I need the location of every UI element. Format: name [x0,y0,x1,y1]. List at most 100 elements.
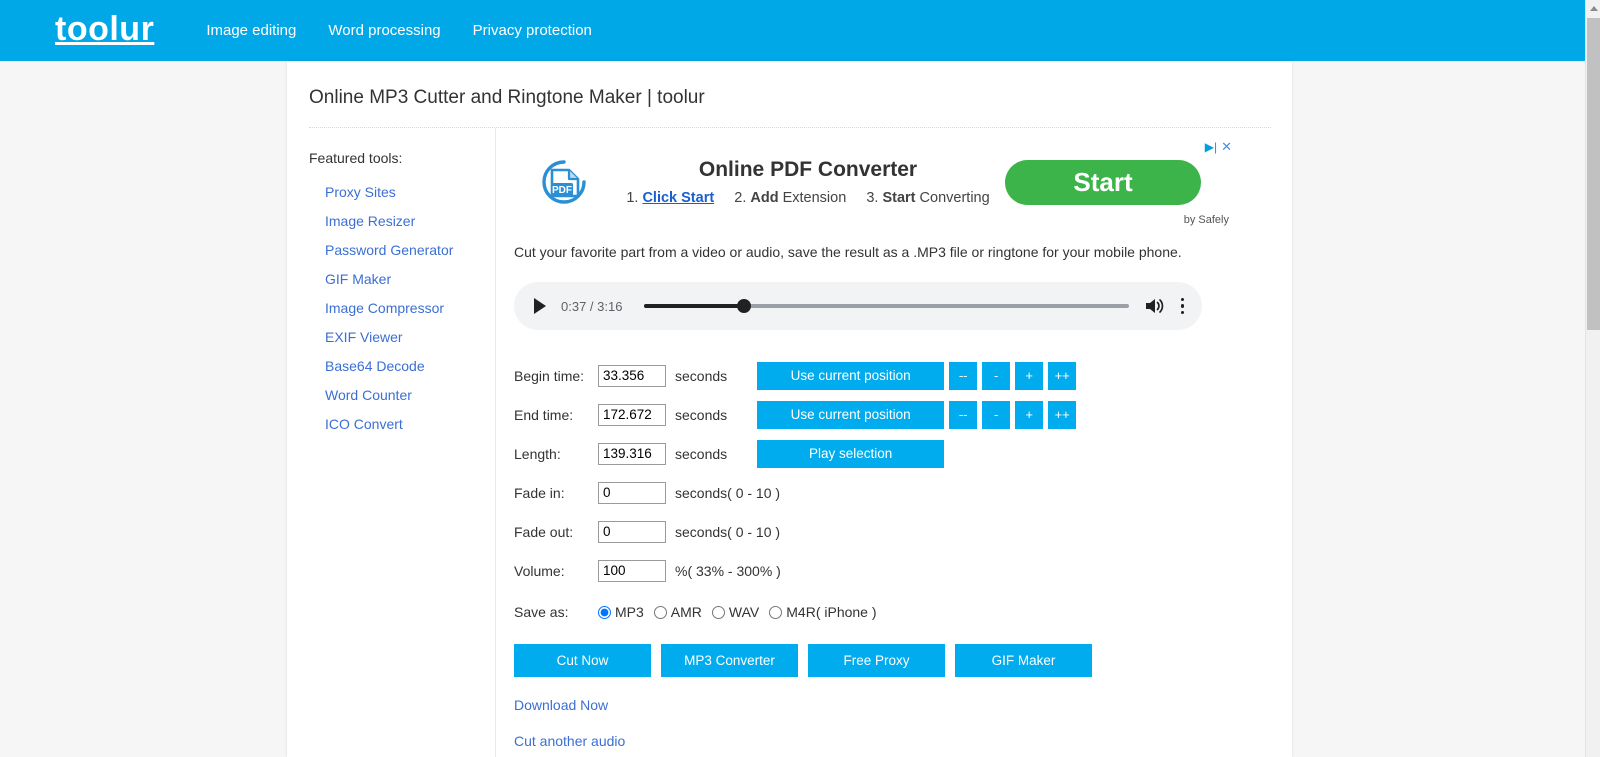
sidebar-item-image-resizer[interactable]: Image Resizer [325,213,495,229]
page-scrollbar[interactable] [1585,0,1600,757]
volume-label: Volume: [514,562,565,579]
download-now-link[interactable]: Download Now [514,697,1292,713]
ad-copy: Online PDF Converter 1. Click Start 2. A… [611,158,1005,206]
begin-time-unit: seconds [675,367,728,384]
volume-high-icon[interactable] [1143,296,1165,316]
ad-step3-rest: Converting [919,190,990,206]
end-time-controls: Use current position -- - + ++ [757,400,1077,429]
begin-plus-plus-button[interactable]: ++ [1048,361,1077,390]
length-input[interactable] [598,442,666,465]
ad-headline: Online PDF Converter [698,158,918,181]
ad-step3-bold: Start [882,190,916,206]
more-vertical-icon[interactable] [1180,297,1184,315]
tool-description: Cut your favorite part from a video or a… [514,244,1182,260]
fade-out-label: Fade out: [514,523,574,540]
pdf-document-icon: PDF [527,156,601,208]
sidebar-item-exif-viewer[interactable]: EXIF Viewer [325,329,495,345]
ad-choices-controls: ▶| ✕ [1205,140,1232,153]
begin-minus-minus-button[interactable]: -- [949,361,978,390]
gif-maker-button[interactable]: GIF Maker [955,644,1092,677]
sidebar-item-image-compressor[interactable]: Image Compressor [325,300,495,316]
end-use-current-position-button[interactable]: Use current position [757,400,945,429]
site-logo-toolur[interactable]: toolur [55,12,154,50]
nav-link-word-processing[interactable]: Word processing [328,22,440,39]
end-minus-button[interactable]: - [982,400,1011,429]
begin-time-label: Begin time: [514,367,585,384]
begin-time-input[interactable] [598,364,666,387]
fade-out-input[interactable] [598,520,666,543]
end-plus-button[interactable]: + [1015,400,1044,429]
sidebar-item-password-generator[interactable]: Password Generator [325,242,495,258]
svg-text:PDF: PDF [552,185,572,196]
save-as-radio-amr[interactable] [653,605,667,619]
volume-unit: %( 33% - 300% ) [675,562,781,579]
adchoices-triangle-icon[interactable]: ▶| [1205,141,1217,153]
fade-in-unit: seconds( 0 - 10 ) [675,484,781,501]
ad-steps: 1. Click Start 2. Add Extension 3. Start… [611,190,1005,206]
end-time-unit: seconds [675,406,728,423]
save-as-option-amr[interactable]: AMR [653,604,702,620]
begin-plus-button[interactable]: + [1015,361,1044,390]
audio-player[interactable]: 0:37 / 3:16 [514,282,1202,330]
fade-in-label: Fade in: [514,484,565,501]
content-columns: Featured tools: Proxy Sites Image Resize… [287,128,1292,757]
progress-filled [644,304,744,308]
ad-step2-bold: Add [750,190,779,206]
save-as-radio-mp3[interactable] [598,605,611,619]
nav-link-image-editing[interactable]: Image editing [206,22,296,39]
cut-now-button[interactable]: Cut Now [514,644,651,677]
featured-tools-sidebar: Featured tools: Proxy Sites Image Resize… [287,128,496,757]
play-triangle-icon[interactable] [534,298,546,314]
action-buttons-row: Cut Now MP3 Converter Free Proxy GIF Mak… [514,644,1292,677]
volume-row: Volume: %( 33% - 300% ) [514,551,1292,590]
save-as-radio-m4r[interactable] [769,605,783,619]
ad-step3-number: 3. [866,190,879,206]
sidebar-item-gif-maker[interactable]: GIF Maker [325,271,495,287]
volume-input[interactable] [598,559,666,582]
free-proxy-button[interactable]: Free Proxy [808,644,945,677]
scrollbar-thumb[interactable] [1587,18,1600,330]
player-progress-slider[interactable] [644,299,1129,313]
ad-start-button[interactable]: Start [1005,159,1201,205]
begin-time-controls: Use current position -- - + ++ [757,361,1077,390]
ad-step1-number: 1. [626,190,639,206]
length-row: Length: seconds Play selection [514,434,1292,473]
sidebar-item-base64-decode[interactable]: Base64 Decode [325,358,495,374]
save-as-option-mp3[interactable]: MP3 [598,604,644,620]
player-time-display: 0:37 / 3:16 [561,298,623,314]
sidebar-heading: Featured tools: [309,150,403,166]
sidebar-item-ico-convert[interactable]: ICO Convert [325,416,495,432]
sidebar-item-proxy-sites[interactable]: Proxy Sites [325,184,495,200]
page-title: Online MP3 Cutter and Ringtone Maker | t… [309,87,705,108]
fade-out-row: Fade out: seconds( 0 - 10 ) [514,512,1292,551]
length-controls: Play selection [757,439,945,468]
end-time-row: End time: seconds Use current position -… [514,395,1292,434]
cut-another-audio-link[interactable]: Cut another audio [514,733,1292,749]
save-as-mp3-label: MP3 [615,604,644,620]
page-container: Online MP3 Cutter and Ringtone Maker | t… [287,61,1292,757]
fade-in-input[interactable] [598,481,666,504]
save-as-option-m4r[interactable]: M4R( iPhone ) [769,604,877,620]
begin-minus-button[interactable]: - [982,361,1011,390]
close-x-icon[interactable]: ✕ [1221,140,1232,153]
mp3-converter-button[interactable]: MP3 Converter [661,644,798,677]
sidebar-item-word-counter[interactable]: Word Counter [325,387,495,403]
progress-handle[interactable] [736,299,751,313]
end-minus-minus-button[interactable]: -- [949,400,978,429]
save-as-m4r-label: M4R( iPhone ) [786,604,877,620]
end-plus-plus-button[interactable]: ++ [1048,400,1077,429]
length-label: Length: [514,445,561,462]
begin-use-current-position-button[interactable]: Use current position [757,361,945,390]
advertisement-banner[interactable]: PDF Online PDF Converter 1. Click Start … [496,136,1237,228]
ad-step1-link[interactable]: Click Start [642,190,714,206]
play-selection-button[interactable]: Play selection [757,439,945,468]
end-time-input[interactable] [598,403,666,426]
save-as-radio-wav[interactable] [711,605,725,619]
scrollbar-up-arrow-icon[interactable] [1586,0,1600,17]
nav-link-privacy-protection[interactable]: Privacy protection [473,22,592,39]
save-as-option-wav[interactable]: WAV [711,604,759,620]
save-as-amr-label: AMR [670,604,702,620]
ad-step2-number: 2. [734,190,747,206]
ad-attribution: by Safely [1183,214,1229,226]
save-as-row: Save as: MP3 AMR WAV M4R(iPhone) [514,592,1292,632]
